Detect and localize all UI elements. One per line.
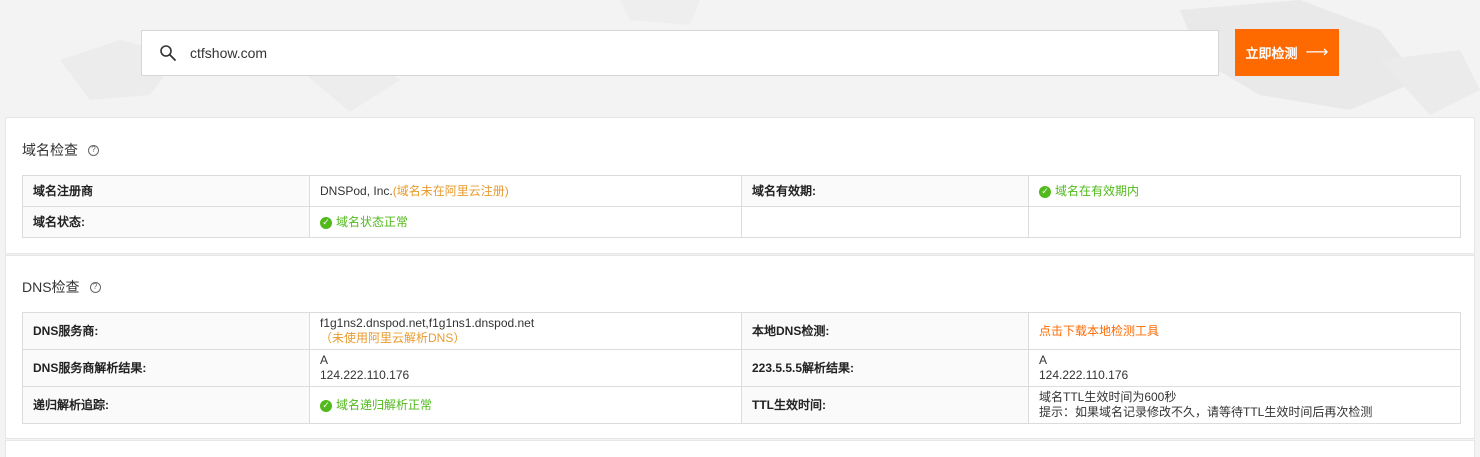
dns-provider-note: （未使用阿里云解析DNS） bbox=[320, 331, 466, 345]
dns-resolve-ip: 124.222.110.176 bbox=[320, 368, 410, 382]
check-now-button[interactable]: 立即检测 ⟶ bbox=[1235, 29, 1339, 76]
expiry-label: 域名有效期: bbox=[741, 175, 1029, 207]
empty-cell bbox=[741, 206, 1029, 238]
status-indicator: ✓ 域名状态正常 bbox=[320, 215, 408, 230]
trace-status: ✓ 域名递归解析正常 bbox=[320, 398, 432, 413]
ali-resolve-cell: A 124.222.110.176 bbox=[1028, 349, 1461, 387]
dns-check-title-text: DNS检查 bbox=[22, 279, 80, 295]
search-box bbox=[141, 30, 1219, 76]
check-circle-icon: ✓ bbox=[320, 399, 332, 412]
dns-provider-cell: f1g1ns2.dnspod.net,f1g1ns1.dnspod.net （未… bbox=[309, 312, 742, 350]
table-row: DNS服务商解析结果: A 124.222.110.176 223.5.5.5解… bbox=[22, 349, 1461, 387]
check-now-label: 立即检测 bbox=[1245, 46, 1298, 61]
domain-check-card: 域名检查 ? 域名注册商 DNSPod, Inc.(域名未在阿里云注册) 域名有… bbox=[5, 117, 1475, 254]
expiry-status: ✓ 域名在有效期内 bbox=[1039, 184, 1139, 199]
dns-check-card: DNS检查 ? DNS服务商: f1g1ns2.dnspod.net,f1g1n… bbox=[5, 255, 1475, 439]
expiry-value: 域名在有效期内 bbox=[1055, 184, 1140, 198]
table-row: 域名状态: ✓ 域名状态正常 bbox=[22, 206, 1461, 238]
expiry-cell: ✓ 域名在有效期内 bbox=[1028, 175, 1461, 207]
dns-provider-label: DNS服务商: bbox=[22, 312, 310, 350]
domain-check-table: 域名注册商 DNSPod, Inc.(域名未在阿里云注册) 域名有效期: ✓ 域… bbox=[22, 175, 1461, 238]
arrow-right-icon: ⟶ bbox=[1305, 43, 1329, 61]
ttl-tip: 提示：如果域名记录修改不久，请等待TTL生效时间后再次检测 bbox=[1039, 405, 1373, 419]
empty-cell bbox=[1028, 206, 1461, 238]
dns-provider-value: f1g1ns2.dnspod.net,f1g1ns1.dnspod.net bbox=[320, 316, 535, 330]
ali-resolve-ip: 124.222.110.176 bbox=[1039, 368, 1129, 382]
next-card bbox=[5, 440, 1475, 457]
trace-value: 域名递归解析正常 bbox=[336, 398, 433, 412]
question-circle-icon[interactable]: ? bbox=[89, 281, 101, 293]
ttl-value: 域名TTL生效时间为600秒 bbox=[1039, 390, 1177, 404]
dns-check-table: DNS服务商: f1g1ns2.dnspod.net,f1g1ns1.dnspo… bbox=[22, 312, 1461, 424]
ali-resolve-type: A bbox=[1039, 353, 1048, 367]
ttl-cell: 域名TTL生效时间为600秒 提示：如果域名记录修改不久，请等待TTL生效时间后… bbox=[1028, 386, 1461, 424]
trace-cell: ✓ 域名递归解析正常 bbox=[309, 386, 742, 424]
domain-check-title: 域名检查 ? bbox=[22, 140, 99, 160]
dns-resolve-label: DNS服务商解析结果: bbox=[22, 349, 310, 387]
registrar-label: 域名注册商 bbox=[22, 175, 310, 207]
page: 立即检测 ⟶ 域名检查 ? 域名注册商 DNSPod, Inc.(域名未在阿里云… bbox=[0, 0, 1480, 457]
dns-resolve-cell: A 124.222.110.176 bbox=[309, 349, 742, 387]
download-tool-link[interactable]: 点击下载本地检测工具 bbox=[1039, 324, 1159, 338]
status-value: 域名状态正常 bbox=[336, 215, 409, 229]
search-icon bbox=[159, 44, 177, 62]
status-cell: ✓ 域名状态正常 bbox=[309, 206, 742, 238]
table-row: 递归解析追踪: ✓ 域名递归解析正常 TTL生效时间: 域名TTL生效时间为60… bbox=[22, 386, 1461, 424]
dns-resolve-type: A bbox=[320, 353, 329, 367]
registrar-value: DNSPod, Inc. bbox=[320, 183, 393, 198]
check-circle-icon: ✓ bbox=[1039, 185, 1051, 198]
table-row: DNS服务商: f1g1ns2.dnspod.net,f1g1ns1.dnspo… bbox=[22, 312, 1461, 350]
local-dns-cell: 点击下载本地检测工具 bbox=[1028, 312, 1461, 350]
question-circle-icon[interactable]: ? bbox=[88, 144, 99, 156]
table-row: 域名注册商 DNSPod, Inc.(域名未在阿里云注册) 域名有效期: ✓ 域… bbox=[22, 175, 1461, 207]
domain-search-input[interactable] bbox=[190, 33, 1218, 73]
domain-check-title-text: 域名检查 bbox=[22, 142, 78, 158]
registrar-cell: DNSPod, Inc.(域名未在阿里云注册) bbox=[309, 175, 742, 207]
local-dns-label: 本地DNS检测: bbox=[741, 312, 1029, 350]
trace-label: 递归解析追踪: bbox=[22, 386, 310, 424]
check-circle-icon: ✓ bbox=[320, 216, 332, 229]
status-label: 域名状态: bbox=[22, 206, 310, 238]
dns-check-title: DNS检查 ? bbox=[22, 277, 101, 297]
ttl-label: TTL生效时间: bbox=[741, 386, 1029, 424]
registrar-note: (域名未在阿里云注册) bbox=[392, 183, 509, 198]
ali-resolve-label: 223.5.5.5解析结果: bbox=[741, 349, 1029, 387]
